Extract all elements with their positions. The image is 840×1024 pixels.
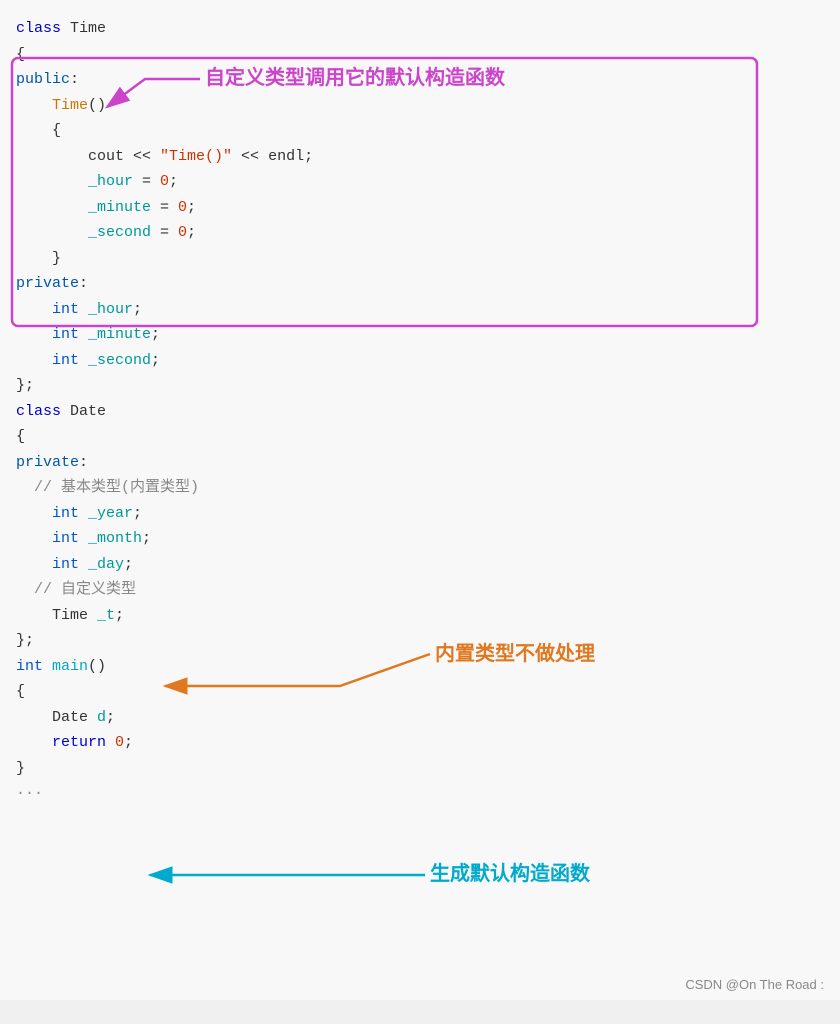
code-line: int _year; <box>0 501 840 527</box>
code-line: ··· <box>0 781 840 807</box>
code-line: class Date <box>0 399 840 425</box>
code-line: _second = 0; <box>0 220 840 246</box>
code-line: cout << "Time()" << endl; <box>0 144 840 170</box>
code-line: int main() <box>0 654 840 680</box>
code-line: // 基本类型(内置类型) <box>0 475 840 501</box>
watermark: CSDN @On The Road : <box>685 977 824 992</box>
code-line: }; <box>0 373 840 399</box>
code-line: return 0; <box>0 730 840 756</box>
code-line: _minute = 0; <box>0 195 840 221</box>
code-line: _hour = 0; <box>0 169 840 195</box>
code-line: private: <box>0 271 840 297</box>
code-line: } <box>0 246 840 272</box>
code-line: { <box>0 42 840 68</box>
code-line: int _hour; <box>0 297 840 323</box>
code-line: int _second; <box>0 348 840 374</box>
code-line: }; <box>0 628 840 654</box>
code-line: // 自定义类型 <box>0 577 840 603</box>
code-line: { <box>0 424 840 450</box>
code-line: { <box>0 118 840 144</box>
code-line: class Time <box>0 16 840 42</box>
code-line: } <box>0 756 840 782</box>
code-line: int _day; <box>0 552 840 578</box>
code-line: int _month; <box>0 526 840 552</box>
code-line: int _minute; <box>0 322 840 348</box>
code-line: Date d; <box>0 705 840 731</box>
code-line: private: <box>0 450 840 476</box>
annotation3-text: 生成默认构造函数 <box>430 861 591 885</box>
code-line: { <box>0 679 840 705</box>
code-line: Time() <box>0 93 840 119</box>
code-area: class Time{public:Time(){cout << "Time()… <box>0 0 840 1000</box>
code-line: Time _t; <box>0 603 840 629</box>
code-line: public: <box>0 67 840 93</box>
